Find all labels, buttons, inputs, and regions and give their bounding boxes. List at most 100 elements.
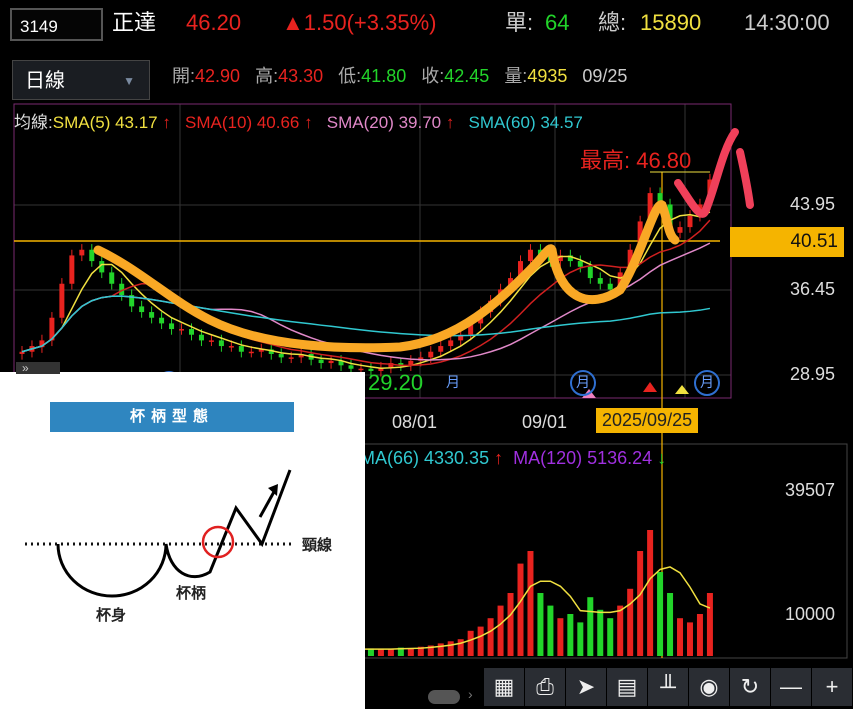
volume-bar (507, 593, 514, 656)
candle-body (527, 249, 533, 262)
handle-label: 杯柄 (176, 585, 207, 602)
volume-bar (677, 618, 684, 656)
candle-body (149, 312, 155, 318)
up-arrow-icon: ↑ (304, 113, 313, 132)
ma66-label: MA(66) 4330.35 (360, 448, 490, 468)
min-price-label: 29.20 (368, 370, 424, 395)
candle-body (208, 340, 214, 342)
volume-bar (447, 641, 454, 656)
ma-legend-prefix: 均線: (14, 113, 53, 132)
candle-body (159, 317, 165, 324)
pattern-line (56, 469, 292, 598)
refresh-icon[interactable]: ↻ (730, 668, 770, 706)
sma10-label: SMA(10) 40.66 (185, 113, 300, 132)
volume-bar (706, 593, 713, 656)
volume-bar (637, 551, 644, 656)
up-arrow-icon: ↑ (162, 113, 171, 132)
buy-signal-icon (643, 382, 657, 392)
candle-body (587, 266, 593, 279)
minus-icon[interactable]: — (771, 668, 811, 706)
candle-body (288, 357, 294, 359)
price-tick: 43.95 (789, 194, 835, 214)
candle-body (318, 359, 324, 364)
volume-bar (487, 618, 494, 656)
volume-bar (377, 649, 384, 656)
month-label: 月 (576, 374, 590, 390)
candle-body (687, 215, 693, 228)
candle-body (169, 323, 175, 330)
volume-bar (537, 593, 544, 656)
volume-bar (686, 622, 693, 656)
candle-body (278, 353, 284, 358)
neckline-label: 頸線 (302, 537, 333, 554)
max-price-label: 最高: 46.80 (580, 148, 692, 173)
expand-icon[interactable]: » (16, 362, 60, 374)
print-icon[interactable]: ⎙ (525, 668, 565, 706)
volume-bar (667, 593, 674, 656)
ma-legend: 均線:SMA(5) 43.17 ↑ SMA(10) 40.66 ↑ SMA(20… (14, 108, 583, 133)
grid-search-icon[interactable]: ▦ (484, 668, 524, 706)
candle-body (438, 346, 444, 352)
candle-body (238, 346, 244, 352)
ma120-label: MA(120) 5136.24 (513, 448, 653, 468)
volume-bar (497, 605, 504, 656)
candle-body (139, 306, 145, 313)
sma5-label: SMA(5) 43.17 (52, 113, 158, 132)
volume-bar (407, 648, 414, 656)
candle-body (79, 249, 85, 256)
candle-body (218, 340, 224, 347)
volume-legend: MA(66) 4330.35 ↑ MA(120) 5136.24 ↓ (360, 448, 666, 469)
volume-bar (527, 551, 534, 656)
price-tick: 28.95 (789, 364, 835, 384)
sma20-label: SMA(20) 39.70 (326, 113, 442, 132)
candle-settings-icon[interactable]: ╨ (648, 668, 688, 706)
pointer-icon[interactable]: ➤ (566, 668, 606, 706)
volume-bar (477, 626, 484, 656)
volume-bar (467, 630, 474, 656)
volume-bar (437, 643, 444, 656)
signal-icon (675, 385, 689, 394)
candle-body (577, 261, 583, 267)
candle-body (597, 278, 603, 284)
price-tick: 36.45 (789, 279, 835, 299)
volume-bar (567, 614, 574, 656)
candle-body (328, 360, 334, 364)
cursor-date-badge: 2025/09/25 (596, 408, 699, 433)
eye-icon[interactable]: ◉ (689, 668, 729, 706)
candle-body (89, 249, 95, 262)
candle-body (198, 334, 204, 341)
sma60-label: SMA(60) 34.57 (468, 113, 583, 132)
volume-bar (627, 588, 634, 656)
volume-bar (387, 648, 394, 656)
chevron-right-icon[interactable]: › (468, 686, 473, 702)
scroll-handle[interactable] (428, 690, 460, 704)
volume-bar (696, 614, 703, 656)
volume-bar (577, 622, 584, 656)
volume-bar (597, 609, 604, 656)
volume-bar (607, 618, 614, 656)
candle-body (179, 329, 185, 331)
volume-tick: 10000 (784, 604, 835, 624)
candle-body (59, 283, 65, 318)
candle-body (448, 340, 454, 347)
volume-bar (547, 605, 554, 656)
volume-bar (617, 605, 624, 656)
volume-bar (517, 563, 524, 656)
volume-bar (657, 572, 664, 656)
date-tick: 09/01 (522, 412, 568, 432)
volume-bar (647, 530, 654, 656)
cup-handle-diagram: 杯柄型態 頸線 杯身 杯柄 (0, 372, 365, 709)
plus-icon[interactable]: + (812, 668, 852, 706)
candle-body (358, 368, 364, 371)
candle-body (69, 255, 75, 284)
volume-panel-border (359, 443, 848, 659)
volume-tick: 39507 (784, 480, 835, 500)
candle-body (607, 283, 613, 290)
down-arrow-icon: ↓ (657, 448, 667, 468)
month-label: 月 (446, 374, 460, 390)
volume-bar (557, 618, 564, 656)
cup-label: 杯身 (96, 607, 127, 624)
candle-body (677, 227, 683, 233)
layout-icon[interactable]: ▤ (607, 668, 647, 706)
candle-body (428, 351, 434, 358)
